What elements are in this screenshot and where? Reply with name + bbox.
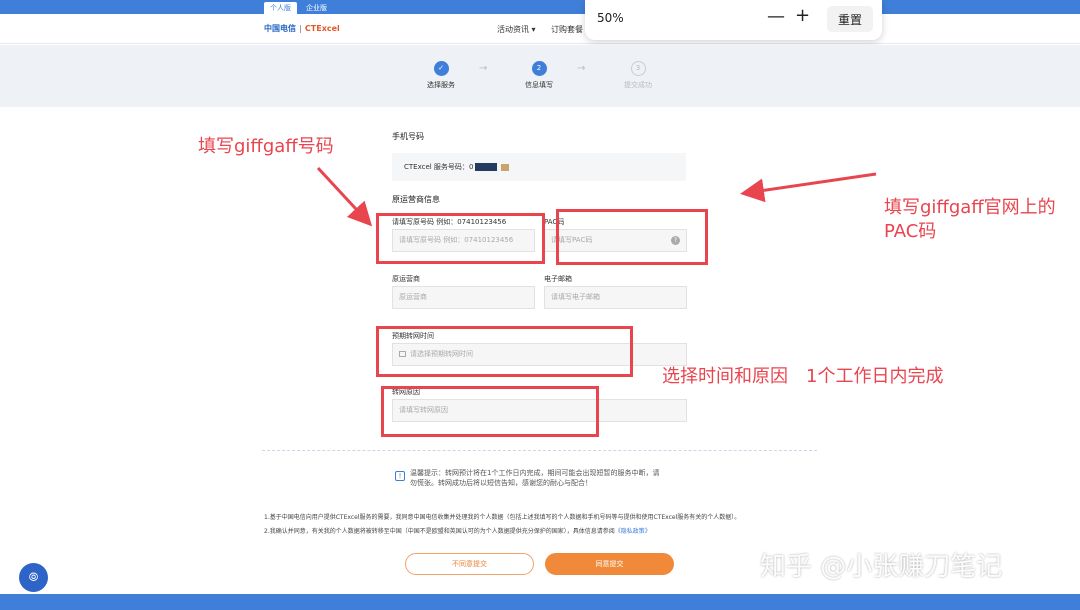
annotation-arrows	[316, 166, 877, 227]
annotation-giffgaff-number: 填写giffgaff号码	[198, 136, 334, 157]
annotation-pac: 填写giffgaff官网上的 PAC码	[884, 197, 1056, 242]
watermark: 知乎 @小张赚刀笔记	[760, 552, 1003, 582]
annotation-time-reason: 选择时间和原因 1个工作日内完成	[662, 366, 944, 387]
arrow-to-pac	[740, 172, 877, 203]
arrow-to-number	[316, 166, 373, 227]
